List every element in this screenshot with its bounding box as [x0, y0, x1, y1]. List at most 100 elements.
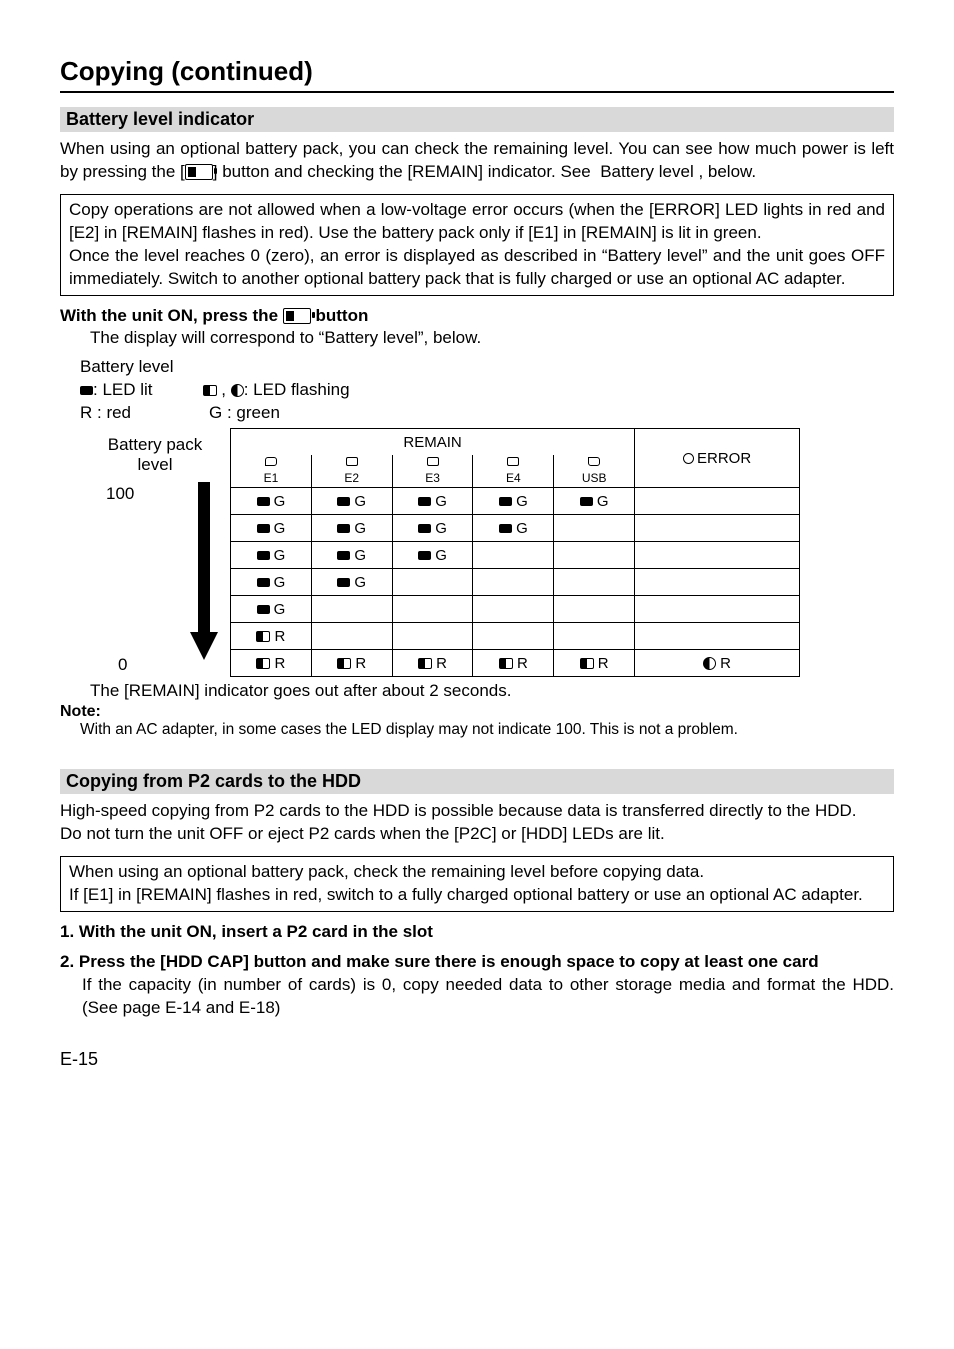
led-green-label: G: [435, 493, 447, 510]
battery-intro-post: ] button and checking the [REMAIN] indic…: [213, 162, 756, 181]
led-flash-square-icon: [418, 658, 432, 669]
table-cell: G: [392, 514, 473, 541]
table-cell: [635, 595, 800, 622]
page-title: Copying (continued): [60, 56, 894, 87]
led-green-label: G: [274, 574, 286, 591]
col-usb-label: USB: [582, 471, 607, 485]
led-red-label: R: [274, 628, 285, 645]
table-cell: G: [311, 514, 392, 541]
led-lit-icon: [80, 386, 93, 395]
table-row: RRRRRR: [231, 649, 800, 676]
led-flash-circle-icon: [703, 657, 716, 670]
chart-left-column: Battery pack level 100 0: [80, 428, 230, 676]
led-flash-square-icon: [499, 658, 513, 669]
led-green-label: G: [274, 493, 286, 510]
table-cell: G: [231, 541, 312, 568]
led-red-label: R: [436, 655, 447, 672]
led-lit-icon: [257, 551, 270, 560]
led-flash-square-icon: [256, 631, 270, 642]
steps-list: 1. With the unit ON, insert a P2 card in…: [60, 922, 894, 1020]
table-cell: [311, 595, 392, 622]
down-arrow-icon: [190, 482, 218, 662]
legend-line-2: R : red G : green: [80, 402, 894, 425]
col-usb: USB: [554, 455, 635, 487]
led-flash-circle-icon: [231, 384, 244, 397]
table-row: GGGGG: [231, 487, 800, 514]
page-number: E-15: [60, 1049, 894, 1070]
table-cell: G: [392, 541, 473, 568]
battery-level-chart: Battery pack level 100 0 REMAIN ERROR E1…: [80, 428, 800, 676]
level-0-label: 0: [118, 655, 127, 675]
press-button-pre: With the unit ON, press the: [60, 306, 283, 325]
led-lit-icon: [337, 578, 350, 587]
table-cell: [392, 595, 473, 622]
press-button-heading: With the unit ON, press the button: [60, 306, 894, 326]
battery-icon: [283, 308, 311, 324]
copying-warning-box: When using an optional battery pack, che…: [60, 856, 894, 912]
battery-intro-text: When using an optional battery pack, you…: [60, 138, 894, 184]
title-rule: [60, 91, 894, 93]
table-cell: G: [231, 487, 312, 514]
led-green-label: G: [274, 601, 286, 618]
legend-comma: ,: [217, 379, 231, 402]
chart-table-area: REMAIN ERROR E1 E2 E3 E4 USB GGGGGGGGGGG…: [230, 428, 800, 676]
table-row: GGG: [231, 541, 800, 568]
copying-para2: Do not turn the unit OFF or eject P2 car…: [60, 823, 894, 846]
table-cell: G: [554, 487, 635, 514]
error-header: ERROR: [635, 429, 800, 487]
led-lit-icon: [257, 578, 270, 587]
table-cell: G: [473, 487, 554, 514]
led-green-label: G: [516, 520, 528, 537]
page: Copying (continued) Battery level indica…: [0, 0, 954, 1110]
battery-icon: [185, 164, 213, 180]
table-cell: G: [231, 514, 312, 541]
col-e1: E1: [231, 455, 312, 487]
col-e2-label: E2: [344, 471, 359, 485]
led-green-label: G: [354, 493, 366, 510]
led-lit-icon: [337, 524, 350, 533]
table-cell: R: [392, 649, 473, 676]
table-cell: [473, 541, 554, 568]
table-cell: [635, 487, 800, 514]
legend-title: Battery level: [80, 356, 894, 379]
table-row: GG: [231, 568, 800, 595]
table-cell: [473, 622, 554, 649]
table-cell: [392, 622, 473, 649]
led-lit-icon: [257, 524, 270, 533]
battery-warning-p1: Copy operations are not allowed when a l…: [69, 199, 885, 245]
press-button-sub: The display will correspond to “Battery …: [90, 328, 894, 348]
copying-warning-p2: If [E1] in [REMAIN] flashes in red, swit…: [69, 884, 885, 907]
table-cell: [392, 568, 473, 595]
chart-arrow-area: 100 0: [80, 480, 230, 676]
table-cell: G: [311, 568, 392, 595]
table-cell: [554, 541, 635, 568]
led-green-label: G: [274, 520, 286, 537]
led-lit-icon: [257, 497, 270, 506]
note-text: With an AC adapter, in some cases the LE…: [80, 721, 894, 739]
table-cell: [311, 622, 392, 649]
table-cell: [635, 514, 800, 541]
table-row: G: [231, 595, 800, 622]
table-cell: R: [231, 622, 312, 649]
led-lit-icon: [418, 497, 431, 506]
led-green-label: G: [274, 547, 286, 564]
legend-block: Battery level : LED lit , : LED flashing…: [80, 356, 894, 425]
copying-para1: High-speed copying from P2 cards to the …: [60, 800, 894, 823]
table-cell: R: [311, 649, 392, 676]
led-flash-square-icon: [580, 658, 594, 669]
table-cell: G: [311, 487, 392, 514]
table-cell: G: [311, 541, 392, 568]
chart-left-header: Battery pack level: [80, 428, 230, 480]
col-e2: E2: [311, 455, 392, 487]
led-green-label: G: [354, 520, 366, 537]
legend-green: G : green: [209, 402, 280, 425]
step-1-heading: 1. With the unit ON, insert a P2 card in…: [60, 922, 894, 942]
table-cell: [473, 595, 554, 622]
table-cell: G: [231, 595, 312, 622]
table-row: R: [231, 622, 800, 649]
led-green-label: G: [516, 493, 528, 510]
table-cell: [554, 514, 635, 541]
led-green-label: G: [354, 547, 366, 564]
led-flash-square-icon: [337, 658, 351, 669]
led-lit-icon: [580, 497, 593, 506]
